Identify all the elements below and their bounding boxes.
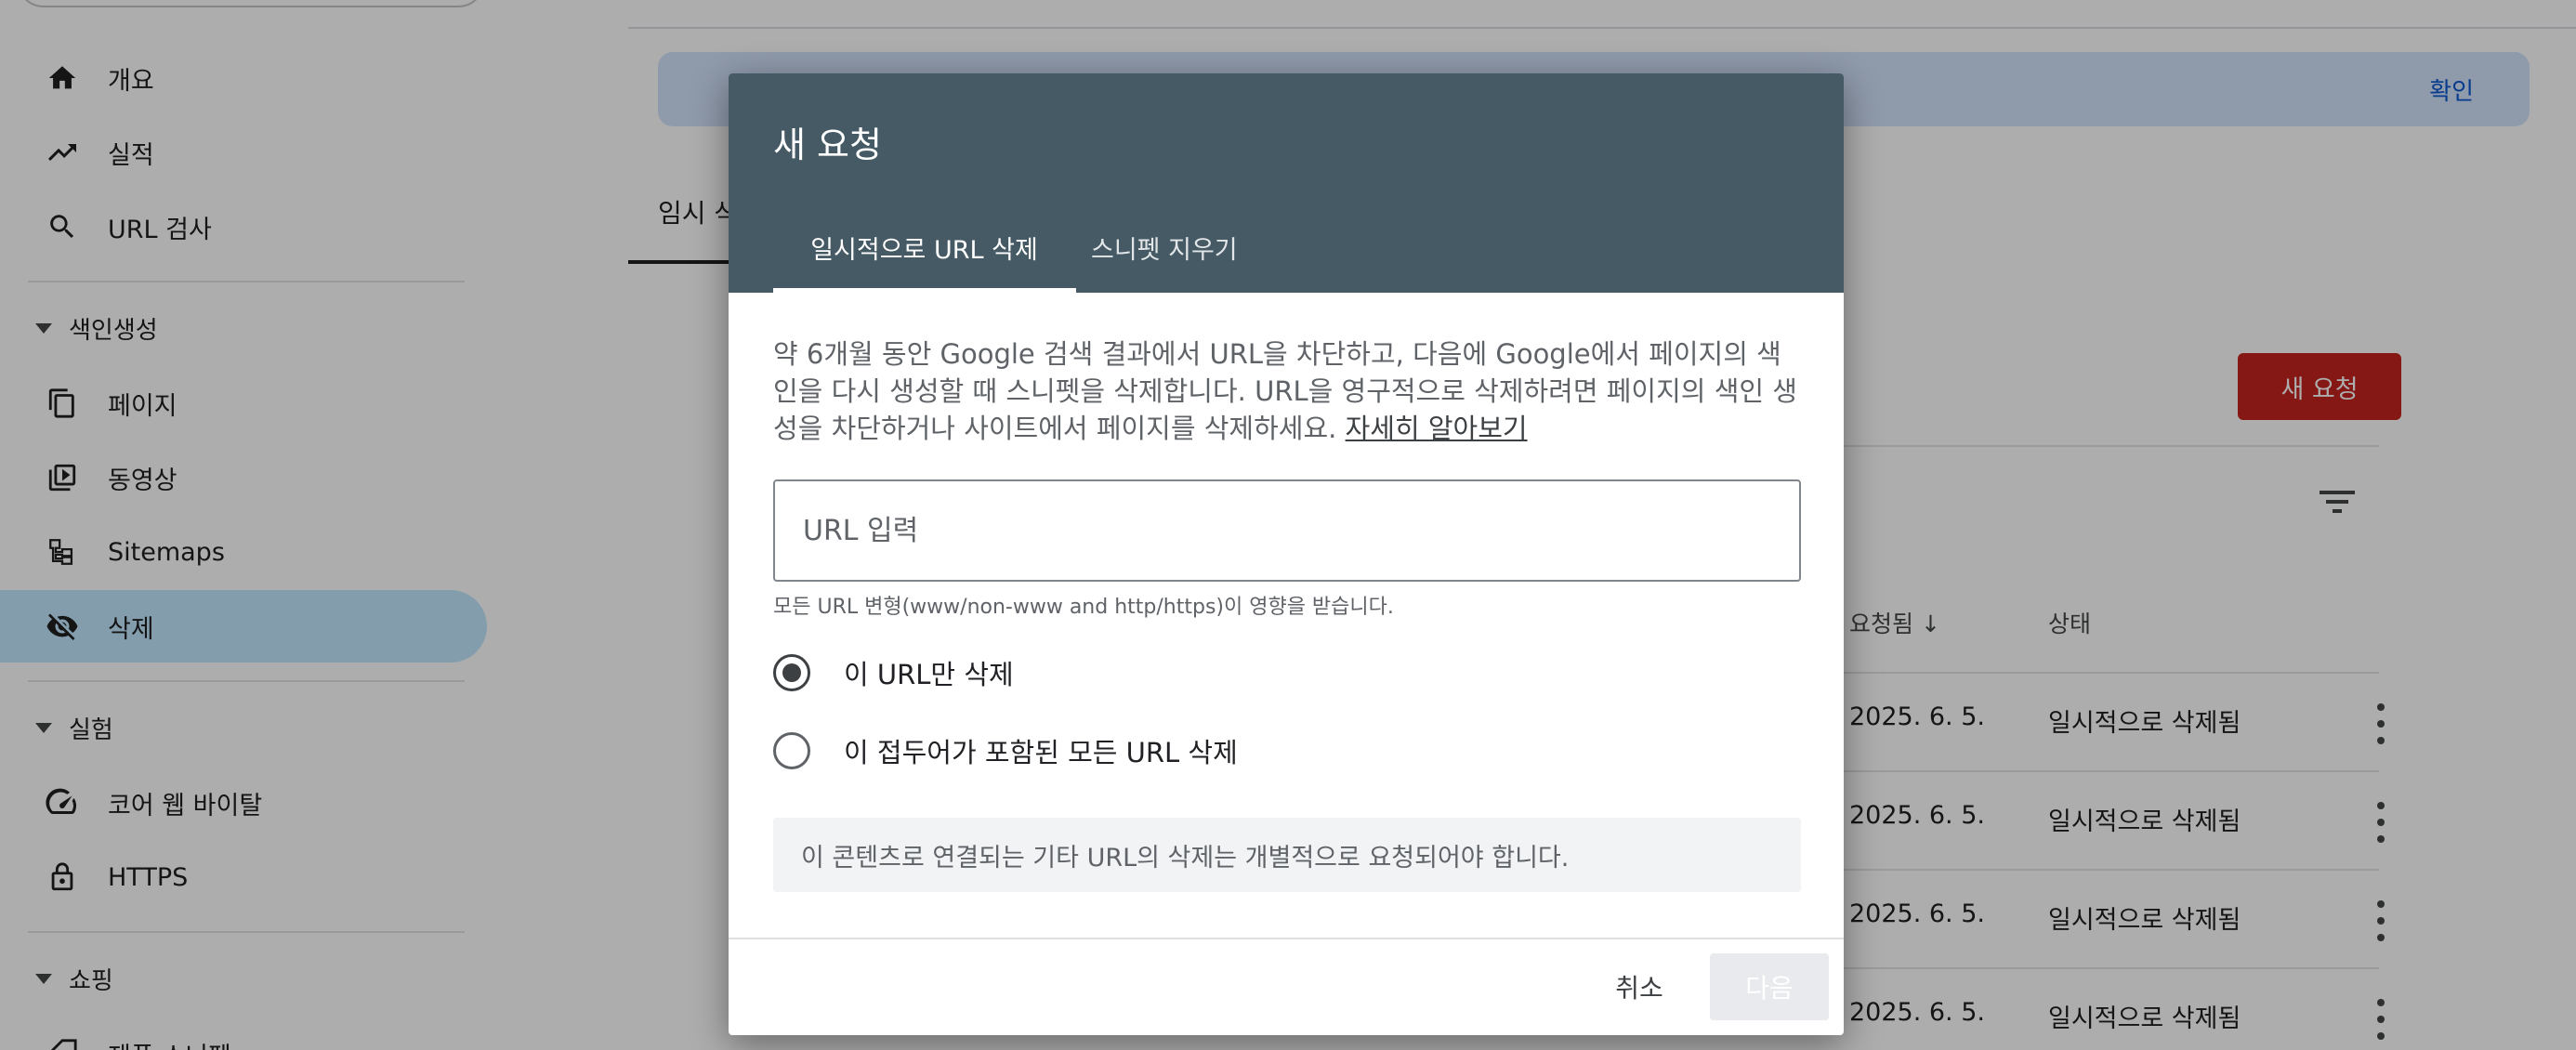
dialog-header: 새 요청 일시적으로 URL 삭제 스니펫 지우기 — [729, 73, 1844, 293]
url-helper-text: 모든 URL 변형(www/non-www and http/https)이 영… — [773, 596, 1394, 619]
option-remove-this-url-only[interactable]: 이 URL만 삭제 — [773, 650, 1014, 696]
radio-label: 이 URL만 삭제 — [844, 659, 1014, 690]
dialog-title: 새 요청 — [773, 125, 882, 165]
learn-more-link[interactable]: 자세히 알아보기 — [1346, 413, 1528, 444]
info-note: 이 콘텐츠로 연결되는 기타 URL의 삭제는 개별적으로 요청되어야 합니다. — [773, 818, 1801, 892]
divider — [729, 938, 1844, 939]
next-button[interactable]: 다음 — [1710, 953, 1829, 1020]
tab-temporary-remove-url[interactable]: 일시적으로 URL 삭제 — [773, 230, 1075, 266]
dialog-description: 약 6개월 동안 Google 검색 결과에서 URL을 차단하고, 다음에 G… — [773, 335, 1805, 447]
radio-button-checked[interactable] — [773, 654, 810, 691]
option-remove-prefix-urls[interactable]: 이 접두어가 포함된 모든 URL 삭제 — [773, 728, 1238, 774]
tab-clear-snippet[interactable]: 스니펫 지우기 — [1091, 230, 1238, 266]
url-input[interactable] — [773, 479, 1801, 582]
radio-button-unchecked[interactable] — [773, 732, 810, 769]
radio-label: 이 접두어가 포함된 모든 URL 삭제 — [844, 737, 1238, 768]
description-text: 약 6개월 동안 Google 검색 결과에서 URL을 차단하고, 다음에 G… — [773, 338, 1797, 444]
new-request-dialog: 새 요청 일시적으로 URL 삭제 스니펫 지우기 약 6개월 동안 Googl… — [729, 73, 1844, 1035]
cancel-button[interactable]: 취소 — [1584, 953, 1695, 1020]
active-tab-indicator — [773, 288, 1076, 293]
